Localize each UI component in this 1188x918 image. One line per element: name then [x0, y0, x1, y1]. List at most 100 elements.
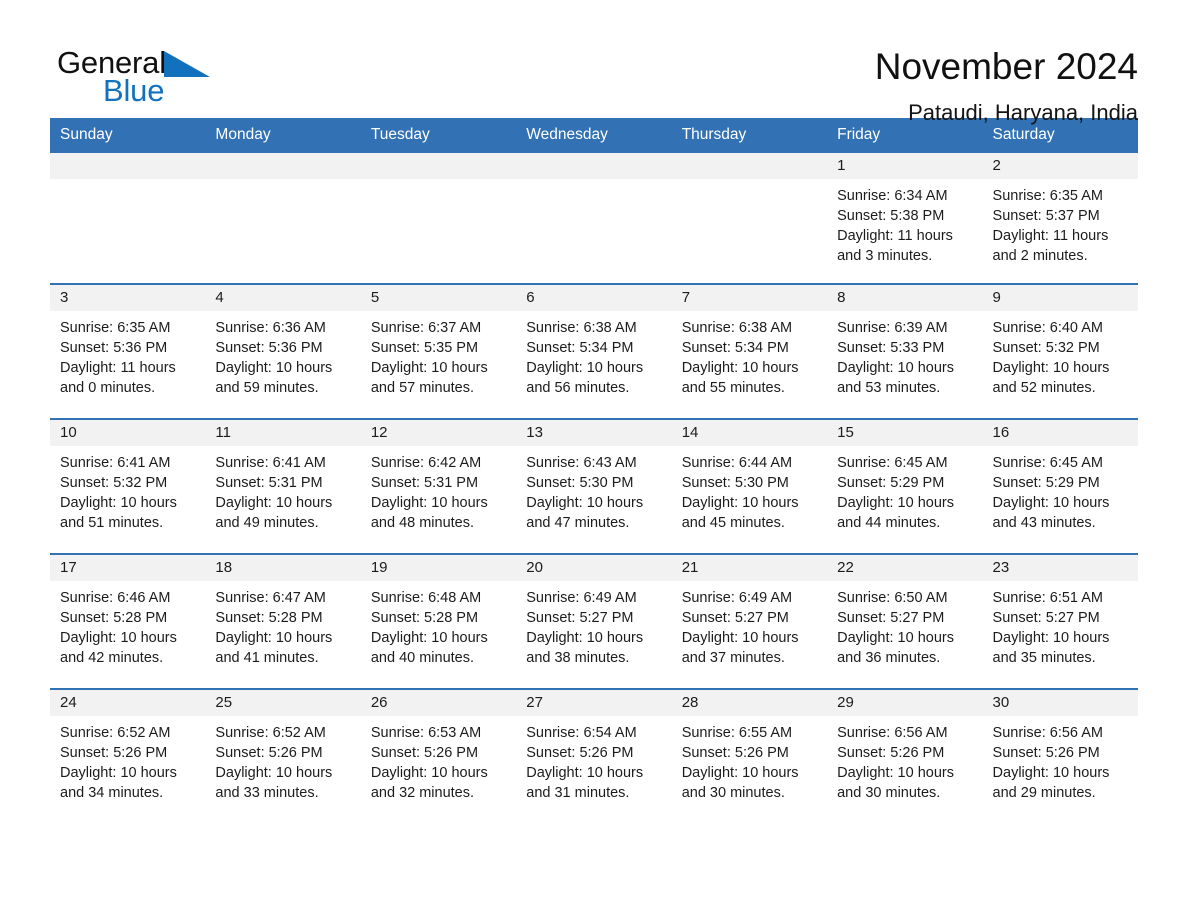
calendar-day-cell[interactable]: 4 Sunrise: 6:36 AM Sunset: 5:36 PM Daylight…	[205, 283, 361, 419]
day-details: Sunrise: 6:35 AM Sunset: 5:36 PM Daylight:…	[50, 311, 205, 398]
day-cell-inner: 12 Sunrise: 6:42 AM Sunset: 5:31 PM Dayligh…	[360, 420, 517, 553]
daylight-duration-line1: Daylight: 10 hours	[681, 360, 799, 376]
day-number: 21	[671, 555, 828, 581]
day-details: Sunrise: 6:41 AM Sunset: 5:32 PM Daylight:…	[50, 446, 205, 533]
day-details: Sunrise: 6:36 AM Sunset: 5:36 PM Daylight:…	[205, 311, 360, 398]
day-cell-inner: 29 Sunrise: 6:56 AM Sunset: 5:26 PM Dayligh…	[827, 690, 983, 823]
day-number: 28	[671, 690, 828, 716]
calendar-table: Sunday Monday Tuesday Wednesday Thursday…	[50, 118, 1138, 823]
sunset-time: Sunset: 5:30 PM	[526, 475, 634, 491]
day-details: Sunrise: 6:51 AM Sunset: 5:27 PM Daylight:…	[983, 581, 1138, 668]
day-details: Sunrise: 6:43 AM Sunset: 5:30 PM Daylight:…	[516, 446, 671, 533]
day-number: 4	[205, 285, 361, 311]
calendar-day-cell[interactable]: 9 Sunrise: 6:40 AM Sunset: 5:32 PM Daylight…	[982, 283, 1138, 419]
calendar-day-cell[interactable]: 28 Sunrise: 6:55 AM Sunset: 5:26 PM Dayligh…	[671, 688, 828, 823]
calendar-day-cell[interactable]: 6 Sunrise: 6:38 AM Sunset: 5:34 PM Daylight…	[516, 283, 672, 419]
calendar-day-cell[interactable]: 29 Sunrise: 6:56 AM Sunset: 5:26 PM Dayligh…	[827, 688, 983, 823]
calendar-day-cell[interactable]: 3 Sunrise: 6:35 AM Sunset: 5:36 PM Daylight…	[50, 283, 206, 419]
calendar-day-cell[interactable]: 21 Sunrise: 6:49 AM Sunset: 5:27 PM Dayligh…	[671, 553, 828, 689]
daylight-duration-line1: Daylight: 10 hours	[60, 765, 177, 781]
calendar-day-cell[interactable]: 11 Sunrise: 6:41 AM Sunset: 5:31 PM Dayligh…	[205, 418, 361, 554]
sunset-time: Sunset: 5:26 PM	[526, 745, 634, 761]
sunrise-time: Sunrise: 6:45 AM	[837, 455, 948, 471]
daylight-duration-line2: and 42 minutes.	[60, 650, 164, 666]
calendar-day-cell[interactable]: 19 Sunrise: 6:48 AM Sunset: 5:28 PM Dayligh…	[360, 553, 517, 689]
day-number: 20	[516, 555, 672, 581]
sunset-time: Sunset: 5:29 PM	[837, 475, 945, 491]
calendar-day-cell[interactable]: 20 Sunrise: 6:49 AM Sunset: 5:27 PM Dayligh…	[516, 553, 672, 689]
day-details: Sunrise: 6:55 AM Sunset: 5:26 PM Daylight:…	[672, 716, 827, 803]
day-details: Sunrise: 6:37 AM Sunset: 5:35 PM Daylight:…	[361, 311, 516, 398]
daylight-duration-line1: Daylight: 10 hours	[681, 630, 799, 646]
calendar-day-cell[interactable]: 10 Sunrise: 6:41 AM Sunset: 5:32 PM Dayligh…	[50, 418, 206, 554]
day-cell-inner: 28 Sunrise: 6:55 AM Sunset: 5:26 PM Dayligh…	[671, 690, 828, 823]
day-cell-inner: 19 Sunrise: 6:48 AM Sunset: 5:28 PM Dayligh…	[360, 555, 517, 688]
sunset-time: Sunset: 5:28 PM	[370, 610, 479, 626]
sunset-time: Sunset: 5:36 PM	[60, 340, 168, 356]
calendar-day-cell[interactable]: 17 Sunrise: 6:46 AM Sunset: 5:28 PM Dayligh…	[50, 553, 206, 689]
day-cell-inner: 3 Sunrise: 6:35 AM Sunset: 5:36 PM Daylight…	[50, 285, 206, 418]
day-number: 11	[205, 420, 361, 446]
daylight-duration-line1: Daylight: 10 hours	[992, 495, 1110, 511]
daylight-duration-line2: and 57 minutes.	[370, 380, 475, 396]
day-number: 15	[827, 420, 983, 446]
calendar-day-cell[interactable]: 18 Sunrise: 6:47 AM Sunset: 5:28 PM Dayligh…	[205, 553, 361, 689]
day-cell-inner: 6 Sunrise: 6:38 AM Sunset: 5:34 PM Daylight…	[516, 285, 672, 418]
sunset-time: Sunset: 5:26 PM	[370, 745, 479, 761]
sunrise-time: Sunrise: 6:45 AM	[992, 455, 1103, 471]
calendar-day-cell[interactable]: 16 Sunrise: 6:45 AM Sunset: 5:29 PM Dayligh…	[982, 418, 1138, 554]
calendar-empty-cell	[50, 153, 206, 284]
sunrise-time: Sunrise: 6:41 AM	[60, 455, 171, 471]
day-number: 25	[205, 690, 361, 716]
day-cell-inner: 1 Sunrise: 6:34 AM Sunset: 5:38 PM Daylight…	[827, 153, 983, 283]
generalblue-logo[interactable]: General Blue	[57, 46, 257, 116]
sunrise-time: Sunrise: 6:53 AM	[370, 725, 482, 741]
day-details: Sunrise: 6:49 AM Sunset: 5:27 PM Daylight:…	[672, 581, 827, 668]
day-cell-inner: 30 Sunrise: 6:56 AM Sunset: 5:26 PM Dayligh…	[982, 690, 1138, 823]
daylight-duration-line2: and 53 minutes.	[837, 380, 941, 396]
day-details: Sunrise: 6:48 AM Sunset: 5:28 PM Daylight:…	[361, 581, 516, 668]
calendar-day-cell[interactable]: 8 Sunrise: 6:39 AM Sunset: 5:33 PM Daylight…	[827, 283, 983, 419]
sunrise-time: Sunrise: 6:41 AM	[215, 455, 326, 471]
calendar-day-cell[interactable]: 2 Sunrise: 6:35 AM Sunset: 5:37 PM Daylight…	[982, 153, 1138, 284]
calendar-day-cell[interactable]: 1 Sunrise: 6:34 AM Sunset: 5:38 PM Daylight…	[827, 153, 983, 284]
calendar-day-cell[interactable]: 13 Sunrise: 6:43 AM Sunset: 5:30 PM Dayligh…	[516, 418, 672, 554]
calendar-day-cell[interactable]: 15 Sunrise: 6:45 AM Sunset: 5:29 PM Dayligh…	[827, 418, 983, 554]
calendar-week-row: 10 Sunrise: 6:41 AM Sunset: 5:32 PM Dayligh…	[50, 418, 1138, 554]
day-details: Sunrise: 6:45 AM Sunset: 5:29 PM Daylight:…	[827, 446, 982, 533]
calendar-day-cell[interactable]: 14 Sunrise: 6:44 AM Sunset: 5:30 PM Dayligh…	[671, 418, 828, 554]
day-number: 18	[205, 555, 361, 581]
calendar-day-cell[interactable]: 30 Sunrise: 6:56 AM Sunset: 5:26 PM Dayligh…	[982, 688, 1138, 823]
daylight-duration-line1: Daylight: 11 hours	[60, 360, 176, 376]
day-cell-inner	[516, 153, 672, 283]
daylight-duration-line1: Daylight: 10 hours	[837, 765, 954, 781]
daylight-duration-line2: and 38 minutes.	[526, 650, 630, 666]
day-details: Sunrise: 6:34 AM Sunset: 5:38 PM Daylight:…	[827, 179, 982, 266]
page-header: General Blue November 2024 Pataudi, Hary…	[50, 0, 1138, 126]
calendar-day-cell[interactable]: 12 Sunrise: 6:42 AM Sunset: 5:31 PM Dayligh…	[360, 418, 517, 554]
calendar-day-cell[interactable]: 7 Sunrise: 6:38 AM Sunset: 5:34 PM Daylight…	[671, 283, 828, 419]
calendar-day-cell[interactable]: 5 Sunrise: 6:37 AM Sunset: 5:35 PM Daylight…	[360, 283, 517, 419]
calendar-day-cell[interactable]: 22 Sunrise: 6:50 AM Sunset: 5:27 PM Dayligh…	[827, 553, 983, 689]
day-number: 22	[827, 555, 983, 581]
sunset-time: Sunset: 5:32 PM	[992, 340, 1100, 356]
calendar-empty-cell	[360, 153, 517, 284]
sunset-time: Sunset: 5:28 PM	[215, 610, 323, 626]
calendar-day-cell[interactable]: 25 Sunrise: 6:52 AM Sunset: 5:26 PM Dayligh…	[205, 688, 361, 823]
calendar-day-cell[interactable]: 27 Sunrise: 6:54 AM Sunset: 5:26 PM Dayligh…	[516, 688, 672, 823]
day-cell-inner: 23 Sunrise: 6:51 AM Sunset: 5:27 PM Dayligh…	[982, 555, 1138, 688]
sunrise-time: Sunrise: 6:35 AM	[992, 188, 1103, 204]
calendar-day-cell[interactable]: 23 Sunrise: 6:51 AM Sunset: 5:27 PM Dayligh…	[982, 553, 1138, 689]
day-cell-inner: 24 Sunrise: 6:52 AM Sunset: 5:26 PM Dayligh…	[50, 690, 206, 823]
calendar-day-cell[interactable]: 24 Sunrise: 6:52 AM Sunset: 5:26 PM Dayligh…	[50, 688, 206, 823]
daylight-duration-line2: and 32 minutes.	[370, 785, 475, 801]
calendar-empty-cell	[516, 153, 672, 284]
sunrise-time: Sunrise: 6:56 AM	[837, 725, 948, 741]
daylight-duration-line2: and 0 minutes.	[60, 380, 156, 396]
day-details: Sunrise: 6:56 AM Sunset: 5:26 PM Daylight:…	[827, 716, 982, 803]
sunset-time: Sunset: 5:27 PM	[992, 610, 1100, 626]
sunrise-time: Sunrise: 6:56 AM	[992, 725, 1103, 741]
calendar-day-cell[interactable]: 26 Sunrise: 6:53 AM Sunset: 5:26 PM Dayligh…	[360, 688, 517, 823]
daylight-duration-line2: and 33 minutes.	[215, 785, 319, 801]
daylight-duration-line2: and 36 minutes.	[837, 650, 941, 666]
